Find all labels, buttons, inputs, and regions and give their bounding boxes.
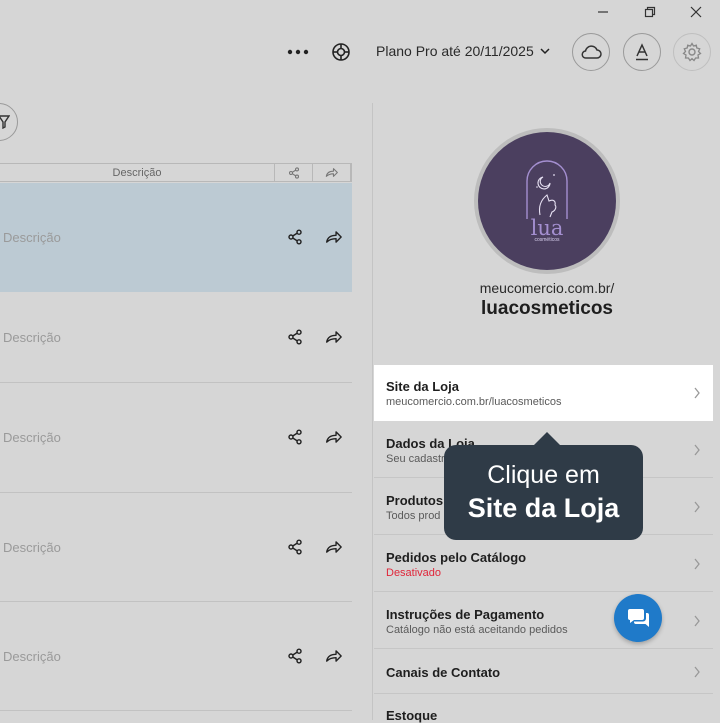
close-button[interactable] bbox=[673, 0, 719, 24]
plan-label: Plano Pro até 20/11/2025 bbox=[376, 43, 534, 59]
chevron-down-icon bbox=[540, 47, 550, 54]
chevron-right-icon bbox=[694, 444, 700, 455]
help-button[interactable] bbox=[329, 40, 353, 64]
store-logo: lua cosméticos bbox=[478, 132, 616, 270]
share-button[interactable] bbox=[284, 226, 306, 248]
cloud-icon bbox=[581, 45, 602, 59]
restore-icon bbox=[644, 6, 656, 18]
forward-button[interactable] bbox=[322, 426, 344, 448]
forward-icon bbox=[325, 431, 342, 443]
menu-item-pedidos-pelo-catalogo[interactable]: Pedidos pelo Catálogo Desativado bbox=[374, 536, 713, 592]
share-button[interactable] bbox=[284, 645, 306, 667]
forward-button[interactable] bbox=[322, 645, 344, 667]
store-name: luacosmeticos bbox=[481, 298, 613, 319]
tooltip-line1: Clique em bbox=[487, 461, 600, 489]
minimize-button[interactable] bbox=[580, 0, 626, 24]
menu-item-subtitle: meucomercio.com.br/luacosmeticos bbox=[386, 396, 562, 408]
row-description: Descrição bbox=[3, 330, 61, 345]
filter-button[interactable] bbox=[0, 103, 18, 141]
logo-wordmark: lua bbox=[530, 215, 564, 240]
menu-item-canais-de-contato[interactable]: Canais de Contato bbox=[374, 650, 713, 694]
cloud-sync-button[interactable] bbox=[572, 33, 610, 71]
text-format-icon bbox=[636, 43, 648, 61]
chevron-right-icon bbox=[694, 387, 700, 399]
lifebuoy-icon bbox=[332, 43, 350, 61]
chevron-right-icon bbox=[694, 666, 700, 677]
moon-hand-logo-icon bbox=[526, 159, 568, 219]
plan-selector[interactable]: Plano Pro até 20/11/2025 bbox=[376, 43, 550, 59]
menu-item-title: Produtos bbox=[386, 493, 444, 508]
forward-button[interactable] bbox=[322, 536, 344, 558]
forward-icon bbox=[325, 541, 342, 553]
menu-item-site-da-loja[interactable]: Site da Loja meucomercio.com.br/luacosme… bbox=[374, 365, 713, 421]
menu-item-subtitle: Seu cadastro bbox=[386, 453, 451, 465]
font-button[interactable] bbox=[623, 33, 661, 71]
share-icon bbox=[288, 539, 302, 555]
status-disabled-text: Desativado bbox=[386, 567, 442, 579]
menu-item-title: Instruções de Pagamento bbox=[386, 607, 545, 622]
settings-button[interactable] bbox=[673, 33, 711, 71]
chevron-right-icon bbox=[694, 558, 700, 569]
share-icon bbox=[288, 166, 299, 179]
share-button[interactable] bbox=[284, 426, 306, 448]
menu-item-subtitle: Catálogo não está aceitando pedidos bbox=[386, 624, 568, 636]
minimize-icon bbox=[598, 11, 608, 13]
table-header: Descrição bbox=[0, 163, 352, 182]
forward-icon bbox=[325, 331, 342, 343]
table-row[interactable]: Descrição bbox=[0, 602, 352, 711]
table-row[interactable]: Descrição bbox=[0, 292, 352, 383]
share-icon bbox=[288, 229, 302, 245]
row-description: Descrição bbox=[3, 230, 61, 245]
restore-button[interactable] bbox=[627, 0, 673, 24]
gear-icon bbox=[682, 42, 702, 62]
onboarding-tooltip: Clique em Site da Loja bbox=[444, 445, 643, 540]
forward-icon bbox=[325, 231, 342, 243]
forward-icon bbox=[325, 168, 338, 177]
share-icon bbox=[288, 429, 302, 445]
store-avatar[interactable]: lua cosméticos bbox=[474, 128, 620, 274]
row-description: Descrição bbox=[3, 649, 61, 664]
menu-item-title: Canais de Contato bbox=[386, 665, 501, 680]
menu-item-title: Estoque bbox=[386, 708, 438, 723]
close-icon bbox=[690, 6, 702, 18]
column-header-description[interactable]: Descrição bbox=[0, 164, 275, 181]
share-button[interactable] bbox=[284, 536, 306, 558]
chevron-right-icon bbox=[694, 615, 700, 626]
menu-item-estoque[interactable]: Estoque bbox=[374, 694, 713, 723]
share-button[interactable] bbox=[284, 326, 306, 348]
column-header-forward bbox=[313, 164, 351, 181]
panel-divider bbox=[372, 103, 373, 720]
logo-tagline: cosméticos bbox=[534, 236, 560, 243]
chat-support-button[interactable] bbox=[614, 594, 662, 642]
forward-icon bbox=[325, 650, 342, 662]
filter-icon bbox=[0, 115, 10, 129]
table-row[interactable]: Descrição bbox=[0, 183, 352, 292]
forward-button[interactable] bbox=[322, 326, 344, 348]
menu-item-title: Pedidos pelo Catálogo bbox=[386, 550, 527, 565]
share-icon bbox=[288, 648, 302, 664]
menu-item-instrucoes-de-pagamento[interactable]: Instruções de Pagamento Catálogo não est… bbox=[374, 593, 713, 649]
chat-bubbles-icon bbox=[628, 609, 649, 627]
table-row[interactable]: Descrição bbox=[0, 383, 352, 493]
store-url-prefix: meucomercio.com.br/ bbox=[479, 280, 615, 296]
table-row[interactable]: Descrição bbox=[0, 493, 352, 602]
menu-item-title: Site da Loja bbox=[386, 379, 459, 394]
more-icon bbox=[287, 49, 309, 55]
tooltip-arrow bbox=[533, 432, 561, 446]
forward-button[interactable] bbox=[322, 226, 344, 248]
tooltip-line2: Site da Loja bbox=[467, 493, 620, 523]
column-header-share bbox=[275, 164, 313, 181]
row-description: Descrição bbox=[3, 540, 61, 555]
more-options-button[interactable] bbox=[286, 41, 310, 63]
menu-item-subtitle: Todos prod bbox=[386, 510, 441, 522]
share-icon bbox=[288, 329, 302, 345]
chevron-right-icon bbox=[694, 501, 700, 512]
row-description: Descrição bbox=[3, 430, 61, 445]
